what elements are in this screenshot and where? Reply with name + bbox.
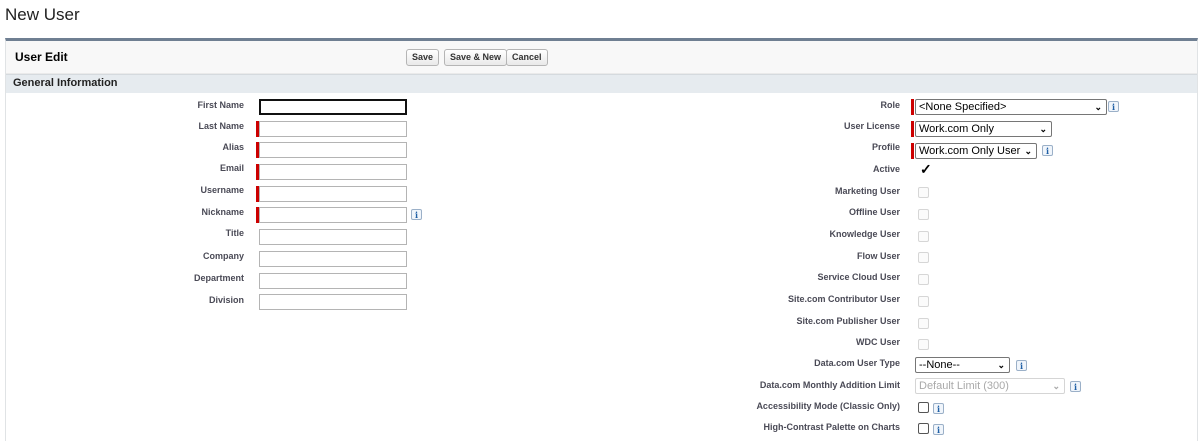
- accessibility-mode-checkbox[interactable]: [918, 402, 929, 413]
- site-publisher-user-checkbox[interactable]: [918, 318, 929, 329]
- nickname-input[interactable]: [259, 207, 407, 223]
- chevron-down-icon: ⌄: [1039, 124, 1047, 134]
- info-icon[interactable]: i: [1070, 381, 1081, 392]
- division-label: Division: [208, 295, 244, 305]
- accessibility-mode-label: Accessibility Mode (Classic Only): [756, 401, 900, 411]
- site-contributor-user-checkbox[interactable]: [918, 296, 929, 307]
- active-label: Active: [872, 164, 900, 174]
- knowledge-user-checkbox[interactable]: [918, 231, 929, 242]
- info-icon[interactable]: i: [933, 403, 944, 414]
- site-contributor-user-label: Site.com Contributor User: [787, 294, 900, 304]
- section-header: General Information: [6, 74, 1197, 93]
- data-monthly-limit-value: Default Limit (300): [919, 380, 1009, 392]
- flow-user-checkbox[interactable]: [918, 252, 929, 263]
- chevron-down-icon: ⌄: [1052, 381, 1060, 391]
- first-name-label: First Name: [197, 100, 244, 110]
- user-license-label: User License: [843, 121, 900, 131]
- user-license-value: Work.com Only: [919, 123, 994, 135]
- role-select[interactable]: <None Specified> ⌄: [915, 99, 1107, 115]
- data-monthly-limit-select: Default Limit (300) ⌄: [915, 378, 1065, 394]
- profile-select[interactable]: Work.com Only User ⌄: [915, 143, 1037, 159]
- chevron-down-icon: ⌄: [1094, 102, 1102, 112]
- data-user-type-value: --None--: [919, 359, 960, 371]
- panel-header: User Edit Save Save & New Cancel: [6, 41, 1197, 74]
- checkmark-icon[interactable]: ✓: [920, 161, 932, 178]
- panel-title: User Edit: [15, 50, 68, 64]
- cancel-button[interactable]: Cancel: [506, 49, 548, 66]
- marketing-user-checkbox[interactable]: [918, 187, 929, 198]
- service-cloud-user-label: Service Cloud User: [817, 272, 900, 282]
- email-input[interactable]: [259, 164, 407, 180]
- chevron-down-icon: ⌄: [1024, 146, 1032, 156]
- last-name-label: Last Name: [198, 121, 244, 131]
- offline-user-label: Offline User: [848, 207, 900, 217]
- page-title: New User: [5, 5, 80, 24]
- role-value: <None Specified>: [919, 101, 1007, 113]
- required-marker: [911, 121, 914, 137]
- service-cloud-user-checkbox[interactable]: [918, 274, 929, 285]
- profile-label: Profile: [871, 142, 900, 152]
- info-icon[interactable]: i: [1108, 101, 1119, 112]
- department-label: Department: [193, 273, 244, 283]
- data-user-type-select[interactable]: --None-- ⌄: [915, 357, 1010, 373]
- required-marker: [911, 99, 914, 115]
- email-label: Email: [219, 163, 244, 173]
- department-input[interactable]: [259, 273, 407, 289]
- site-publisher-user-label: Site.com Publisher User: [796, 316, 900, 326]
- info-icon[interactable]: i: [411, 209, 422, 220]
- offline-user-checkbox[interactable]: [918, 209, 929, 220]
- division-input[interactable]: [259, 294, 407, 310]
- required-marker: [911, 143, 914, 159]
- info-icon[interactable]: i: [1042, 145, 1053, 156]
- title-label: Title: [225, 228, 244, 238]
- company-input[interactable]: [259, 251, 407, 267]
- alias-label: Alias: [222, 142, 244, 152]
- wdc-user-label: WDC User: [855, 337, 900, 347]
- alias-input[interactable]: [259, 142, 407, 158]
- username-label: Username: [200, 185, 244, 195]
- data-monthly-limit-label: Data.com Monthly Addition Limit: [759, 380, 900, 390]
- save-button[interactable]: Save: [406, 49, 440, 66]
- info-icon[interactable]: i: [1016, 360, 1027, 371]
- wdc-user-checkbox[interactable]: [918, 339, 929, 350]
- role-label: Role: [880, 100, 900, 110]
- high-contrast-label: High-Contrast Palette on Charts: [763, 422, 900, 432]
- section-title: General Information: [13, 77, 118, 89]
- title-input[interactable]: [259, 229, 407, 245]
- company-label: Company: [202, 251, 244, 261]
- nickname-label: Nickname: [201, 207, 244, 217]
- flow-user-label: Flow User: [856, 251, 900, 261]
- last-name-input[interactable]: [259, 121, 407, 137]
- save-and-new-button[interactable]: Save & New: [444, 49, 508, 66]
- data-user-type-label: Data.com User Type: [814, 358, 900, 368]
- high-contrast-checkbox[interactable]: [918, 423, 929, 434]
- profile-value: Work.com Only User: [919, 145, 1021, 157]
- knowledge-user-label: Knowledge User: [829, 229, 900, 239]
- marketing-user-label: Marketing User: [834, 186, 900, 196]
- chevron-down-icon: ⌄: [997, 360, 1005, 370]
- user-license-select[interactable]: Work.com Only ⌄: [915, 121, 1052, 137]
- username-input[interactable]: [259, 186, 407, 202]
- first-name-input[interactable]: [259, 99, 407, 115]
